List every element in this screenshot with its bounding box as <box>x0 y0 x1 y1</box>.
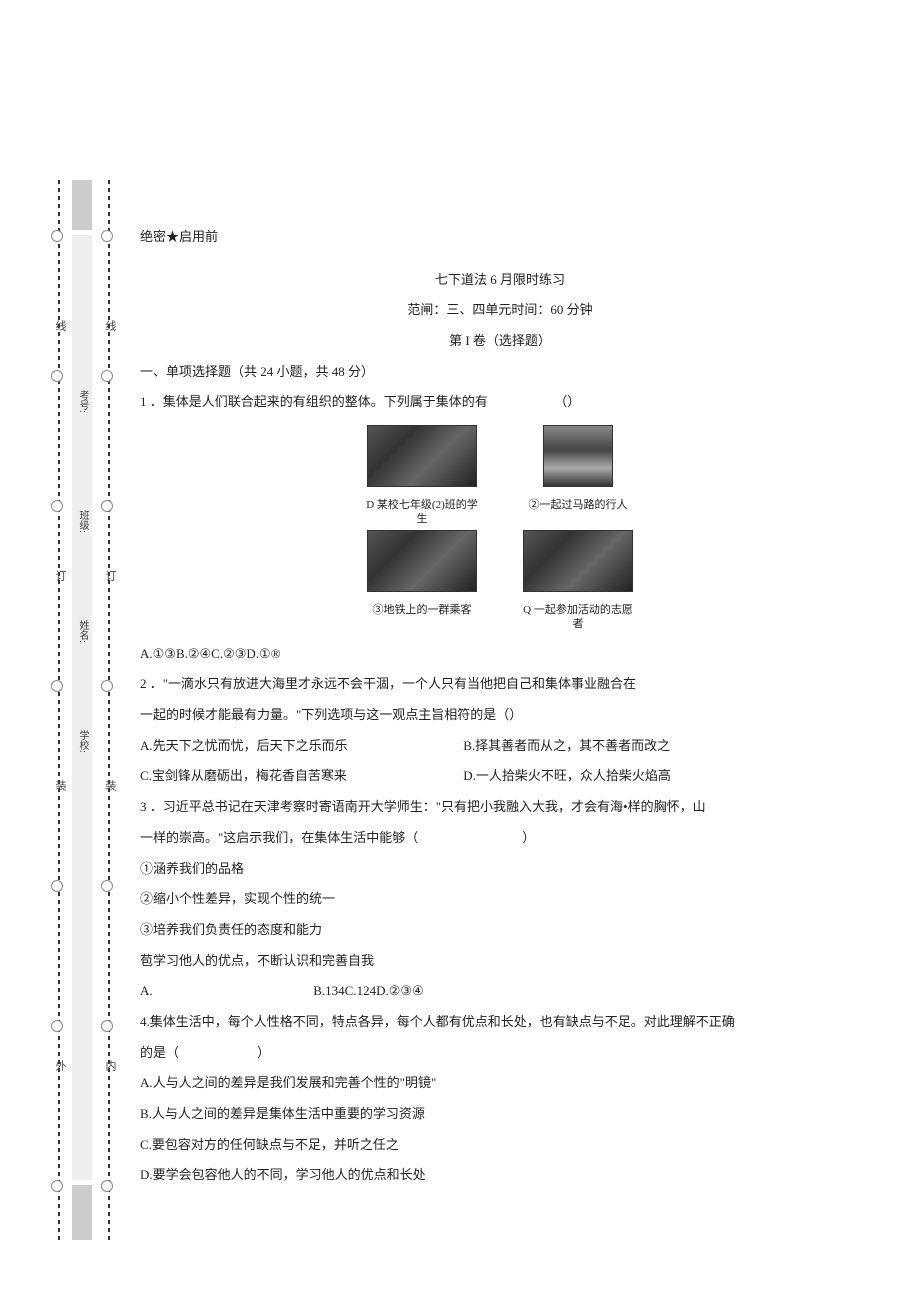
q4-line2: 的是（ ） <box>140 1041 860 1066</box>
q2-opt-a: A.先天下之忧而忧，后天下之乐而乐 <box>140 734 460 759</box>
binding-label-ding: 订 <box>52 570 68 581</box>
q3-opts-bcd: B.134C.124D.②③④ <box>313 983 423 998</box>
q1-image-3: ③地铁上的一群乘客 <box>362 530 482 631</box>
circle-marker <box>51 230 63 242</box>
q1-image-grid: D 某校七年级(2)班的学生 ②一起过马路的行人 ③地铁上的一群乘客 Q 一起参… <box>310 425 690 632</box>
q3-o2: ②缩小个性差异，实现个性的统一 <box>140 887 860 912</box>
q1-image-4: Q 一起参加活动的志愿者 <box>518 530 638 631</box>
q3-o4: 苞学习他人的优点，不断认识和完善自我 <box>140 949 860 974</box>
circle-marker <box>51 500 63 512</box>
q3-o3: ③培养我们负责任的态度和能力 <box>140 918 860 943</box>
binding-outer: 线 订 装 外 <box>56 180 62 1240</box>
binding-label-inner: 内 <box>102 1060 118 1071</box>
q1-image-1: D 某校七年级(2)班的学生 <box>362 425 482 526</box>
q2-options-row2: C.宝剑锋从磨砺出，梅花香自苦寒来 D.一人拾柴火不旺，众人拾柴火焰高 <box>140 764 860 789</box>
exam-scope: 范闸：三、四单元时间：60 分钟 <box>140 298 860 323</box>
photo-icon <box>367 425 477 487</box>
q1-caption-1: D 某校七年级(2)班的学生 <box>362 498 482 527</box>
circle-marker <box>101 680 113 692</box>
q1-caption-3: ③地铁上的一群乘客 <box>362 603 482 617</box>
q4-line1: 4.集体生活中，每个人性格不同，特点各异，每个人都有优点和长处，也有缺点与不足。… <box>140 1010 860 1035</box>
circle-marker <box>101 370 113 382</box>
circle-marker <box>51 680 63 692</box>
photo-icon <box>523 530 633 592</box>
circle-marker <box>101 1020 113 1032</box>
circle-marker <box>51 880 63 892</box>
circle-marker <box>101 500 113 512</box>
q2-line1: 2 ．"一滴水只有放进大海里才永远不会干涸，一个人只有当他把自己和集体事业融合在 <box>140 672 860 697</box>
side-label-class: 班级: <box>75 510 90 533</box>
side-label-examno: 考号: <box>75 390 90 413</box>
q3-line1: 3 ．习近平总书记在天津考察时寄语南开大学师生："只有把小我融入大我，才会有海•… <box>140 795 860 820</box>
q1-caption-4: Q 一起参加活动的志愿者 <box>518 603 638 632</box>
secret-label: 绝密★启用前 <box>140 225 860 250</box>
section-heading: 一、单项选择题（共 24 小题，共 48 分） <box>140 360 860 385</box>
q4-opt-c: C.要包容对方的任何缺点与不足，并听之任之 <box>140 1133 860 1158</box>
q2-opt-b: B.择其善者而从之，其不善者而改之 <box>463 738 670 753</box>
q3-opt-a: A. <box>140 979 310 1004</box>
circle-marker <box>101 880 113 892</box>
q2-options-row1: A.先天下之忧而忧，后天下之乐而乐 B.择其善者而从之，其不善者而改之 <box>140 734 860 759</box>
binding-label-zhuang: 装 <box>52 780 68 791</box>
binding-inner: 线 订 装 内 <box>106 180 112 1240</box>
q4-opt-a: A.人与人之间的差异是我们发展和完善个性的"明镜" <box>140 1071 860 1096</box>
q2-line2: 一起的时候才能最有力量。"下列选项与这一观点主旨相符的是（） <box>140 703 860 728</box>
q4-opt-d: D.要学会包容他人的不同，学习他人的优点和长处 <box>140 1163 860 1188</box>
q2-opt-d: D.一人拾柴火不旺，众人拾柴火焰高 <box>463 768 671 783</box>
binding-label-zhuang: 装 <box>102 780 118 791</box>
q2-opt-c: C.宝剑锋从磨砺出，梅花香自苦寒来 <box>140 764 460 789</box>
q3-line2: 一样的崇高。"这启示我们，在集体生活中能够（ ） <box>140 826 860 851</box>
dotted-line <box>58 180 60 1240</box>
gray-strip-top <box>72 180 92 230</box>
side-label-school: 学校: <box>75 730 90 753</box>
q4-opt-b: B.人与人之间的差异是集体生活中重要的学习资源 <box>140 1102 860 1127</box>
q1-image-2: ②一起过马路的行人 <box>518 425 638 526</box>
q1-options: A.①③B.②④C.②③D.①® <box>140 642 860 667</box>
dotted-line <box>108 180 110 1240</box>
q1-paren: （） <box>554 394 580 409</box>
q3-o1: ①涵养我们的品格 <box>140 857 860 882</box>
q1-caption-2: ②一起过马路的行人 <box>518 498 638 512</box>
exam-part: 第 I 卷（选择题） <box>140 329 860 354</box>
circle-marker <box>51 370 63 382</box>
circle-marker <box>101 1180 113 1192</box>
photo-icon <box>543 425 613 487</box>
binding-label-ding: 订 <box>102 570 118 581</box>
q1-text: 1 ．集体是人们联合起来的有组织的整体。下列属于集体的有 <box>140 394 488 409</box>
circle-marker <box>101 230 113 242</box>
side-label-name: 姓名: <box>75 620 90 643</box>
binding-label-xian: 线 <box>102 320 118 331</box>
q3-options: A. B.134C.124D.②③④ <box>140 979 860 1004</box>
binding-label-outer: 外 <box>52 1060 68 1071</box>
exam-title: 七下道法 6 月限时练习 <box>140 268 860 293</box>
photo-icon <box>367 530 477 592</box>
binding-label-xian: 线 <box>52 320 68 331</box>
gray-strip-mid <box>72 235 92 1180</box>
exam-content: 绝密★启用前 七下道法 6 月限时练习 范闸：三、四单元时间：60 分钟 第 I… <box>140 225 860 1194</box>
circle-marker <box>51 1020 63 1032</box>
q1-stem: 1 ．集体是人们联合起来的有组织的整体。下列属于集体的有 （） <box>140 390 860 415</box>
gray-strip-bottom <box>72 1185 92 1240</box>
circle-marker <box>51 1180 63 1192</box>
